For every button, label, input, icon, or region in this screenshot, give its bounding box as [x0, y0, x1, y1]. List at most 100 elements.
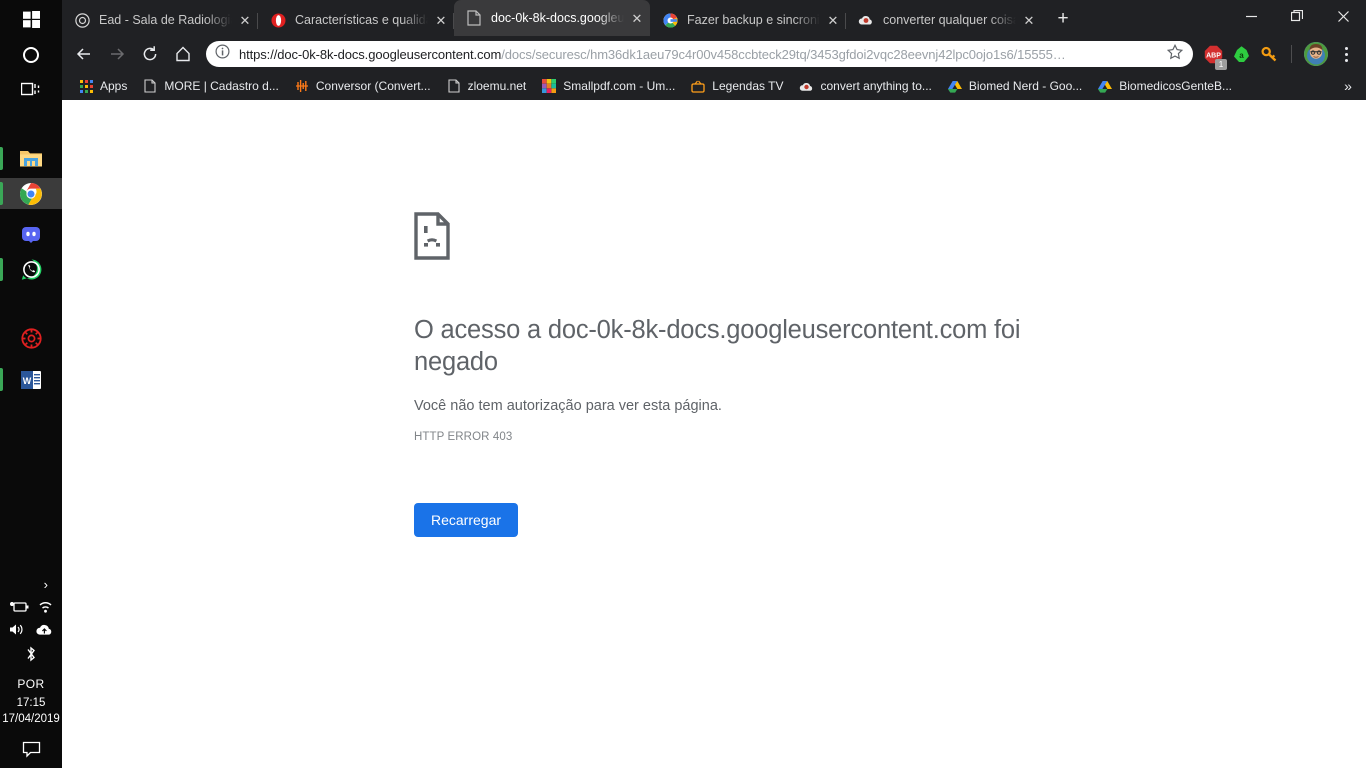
new-tab-button[interactable]: +: [1048, 4, 1078, 34]
bookmark-conversor[interactable]: Conversor (Convert...: [288, 75, 437, 97]
bookmark-label: Apps: [100, 79, 128, 93]
tab-fazer-backup-e-sincronizar[interactable]: Fazer backup e sincronizar a ✕: [650, 4, 846, 36]
bookmark-label: Smallpdf.com - Um...: [563, 79, 676, 93]
smallpdf-icon: [541, 78, 557, 94]
clock-date: 17/04/2019: [2, 713, 60, 725]
bookmarks-overflow-button[interactable]: »: [1338, 76, 1358, 96]
tab-list: Ead - Sala de Radiologia ✕ Característic…: [62, 0, 1078, 36]
notification-icon[interactable]: [22, 741, 41, 758]
task-view-icon: [21, 82, 40, 95]
tab-title: converter qualquer coisa em: [883, 13, 1016, 27]
taskbar-app-google-chrome[interactable]: [0, 178, 62, 209]
tab-converter-qualquer-coisa[interactable]: converter qualquer coisa em ✕: [846, 4, 1042, 36]
browser-toolbar: https://doc-0k-8k-docs.googleusercontent…: [62, 36, 1366, 72]
task-view-button[interactable]: [0, 74, 62, 105]
bookmark-star-icon[interactable]: [1166, 43, 1185, 65]
error-container: O acesso a doc-0k-8k-docs.googleusercont…: [414, 212, 1034, 537]
bookmark-biomedicos-gente-boa[interactable]: BiomedicosGenteB...: [1091, 75, 1238, 97]
url-text: https://doc-0k-8k-docs.googleusercontent…: [239, 47, 1163, 62]
bookmark-label: Biomed Nerd - Goo...: [968, 79, 1083, 93]
extension-badge-count: 1: [1215, 59, 1227, 70]
bookmark-label: MORE | Cadastro d...: [164, 79, 279, 93]
chrome-icon: [20, 182, 42, 205]
page-icon: [446, 78, 462, 94]
taskbar-app-utorrent-web[interactable]: [0, 323, 62, 354]
tray-expand-button[interactable]: ›: [44, 577, 48, 592]
key-icon: [1260, 46, 1276, 61]
bluetooth-icon[interactable]: [23, 645, 39, 663]
tab-close-button[interactable]: ✕: [236, 11, 254, 29]
bookmark-convert-anything[interactable]: convert anything to...: [792, 75, 937, 97]
bookmark-apps[interactable]: Apps: [72, 75, 133, 97]
url-host: https://doc-0k-8k-docs.googleusercontent…: [239, 46, 502, 62]
reload-page-button[interactable]: Recarregar: [414, 503, 519, 537]
chrome-browser-window: Ead - Sala de Radiologia ✕ Característic…: [62, 0, 1366, 768]
error-subtitle: Você não tem autorização para ver esta p…: [414, 398, 722, 414]
bookmark-label: convert anything to...: [820, 79, 932, 93]
error-code: HTTP ERROR 403: [414, 431, 513, 443]
circle-icon: [23, 46, 39, 63]
battery-charging-icon[interactable]: [9, 600, 29, 614]
tab-close-button[interactable]: ✕: [628, 9, 646, 27]
bookmarks-bar: Apps MORE | Cadastro d... Conversor (Con…: [62, 72, 1366, 100]
extension-lastpass[interactable]: [1256, 41, 1282, 67]
taskbar-app-file-explorer[interactable]: [0, 143, 62, 174]
running-indicator: [0, 258, 3, 281]
gear-red-icon: [20, 328, 42, 349]
tv-icon: [690, 78, 706, 94]
tab-close-button[interactable]: ✕: [1020, 11, 1038, 29]
bookmark-label: Conversor (Convert...: [315, 79, 431, 93]
clock-time: 17:15: [16, 697, 46, 709]
bookmark-zloemu-net[interactable]: zloemu.net: [440, 75, 533, 97]
tab-close-button[interactable]: ✕: [824, 11, 842, 29]
forward-button[interactable]: [103, 40, 131, 68]
running-indicator: [0, 182, 3, 205]
bookmark-more-cadastro[interactable]: MORE | Cadastro d...: [136, 75, 285, 97]
reload-button[interactable]: [136, 40, 164, 68]
home-button[interactable]: [169, 40, 197, 68]
close-button[interactable]: [1320, 0, 1366, 32]
window-controls: [1228, 0, 1366, 32]
bookmark-smallpdf[interactable]: Smallpdf.com - Um...: [535, 75, 681, 97]
bookmark-legendas-tv[interactable]: Legendas TV: [684, 75, 789, 97]
google-drive-icon: [947, 78, 963, 94]
google-icon: [662, 12, 678, 28]
minimize-button[interactable]: [1228, 0, 1274, 32]
tab-ead-sala-de-radiologia[interactable]: Ead - Sala de Radiologia ✕: [62, 4, 258, 36]
windows-taskbar: W › POR 17:15 17/04/2019: [0, 0, 62, 768]
avast-icon: a: [1233, 45, 1249, 62]
tab-doc-0k-8k-docs-googleusercontent[interactable]: doc-0k-8k-docs.googleuserco ✕: [454, 0, 650, 36]
svg-text:ABP: ABP: [1206, 52, 1221, 59]
taskbar-app-discord[interactable]: [0, 219, 62, 250]
back-button[interactable]: [70, 40, 98, 68]
cloudconvert-icon: [858, 12, 874, 28]
speaker-icon[interactable]: [8, 622, 27, 637]
opera-icon: [270, 12, 286, 28]
cortana-button[interactable]: [0, 39, 62, 70]
extension-avast-online-security[interactable]: a: [1228, 41, 1254, 67]
moodle-icon: [74, 12, 90, 28]
generic-page-icon: [466, 10, 482, 26]
wifi-icon[interactable]: [37, 600, 54, 614]
bookmark-label: zloemu.net: [467, 79, 527, 93]
address-bar[interactable]: https://doc-0k-8k-docs.googleusercontent…: [206, 41, 1193, 67]
site-info-icon[interactable]: [215, 44, 231, 64]
word-icon: W: [21, 370, 41, 389]
chrome-menu-button[interactable]: [1334, 41, 1358, 67]
start-button[interactable]: [0, 4, 62, 35]
whatsapp-icon: [21, 259, 41, 280]
tab-close-button[interactable]: ✕: [432, 11, 450, 29]
taskbar-app-microsoft-word[interactable]: W: [0, 364, 62, 395]
profile-avatar[interactable]: [1304, 42, 1328, 66]
bookmark-biomed-nerd[interactable]: Biomed Nerd - Goo...: [941, 75, 1088, 97]
tab-caracteristicas-e-qualidade[interactable]: Características e qualidade d ✕: [258, 4, 454, 36]
restore-button[interactable]: [1274, 0, 1320, 32]
language-indicator[interactable]: POR: [17, 677, 44, 691]
folder-icon: [20, 150, 42, 166]
clock[interactable]: 17:15 17/04/2019: [2, 695, 60, 727]
taskbar-app-whatsapp[interactable]: [0, 254, 62, 285]
cloudconvert-icon: [798, 78, 814, 94]
extension-adblock-plus[interactable]: ABP 1: [1200, 41, 1227, 70]
cloud-upload-icon[interactable]: [35, 623, 54, 637]
svg-text:W: W: [23, 376, 32, 386]
